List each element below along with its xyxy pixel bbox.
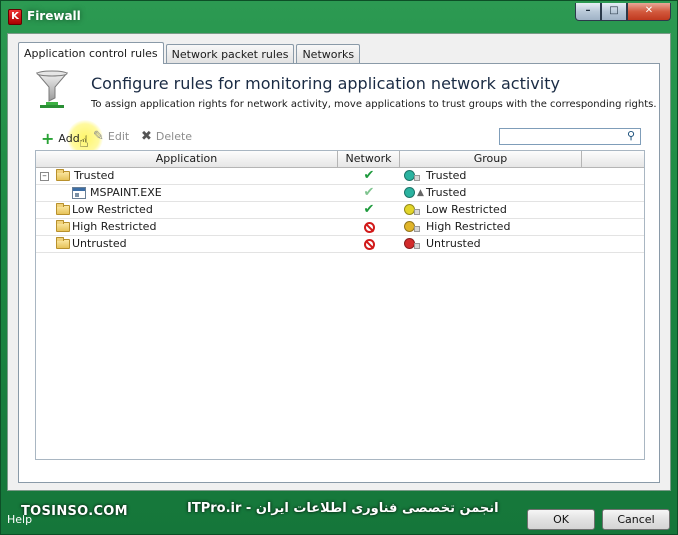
firewall-window: K Firewall – □ ✕ Application control rul… — [0, 0, 678, 535]
app-name: Untrusted — [72, 237, 127, 250]
edit-button[interactable]: ✎ Edit — [93, 129, 129, 144]
close-icon[interactable]: ✕ — [627, 3, 671, 21]
edit-button-label: Edit — [107, 130, 130, 143]
window-title: Firewall — [27, 9, 81, 23]
app-name: Trusted — [74, 169, 115, 182]
title-bar[interactable]: K Firewall – □ ✕ — [1, 1, 677, 33]
group-rules-icon — [414, 243, 420, 249]
caption-buttons: – □ ✕ — [575, 3, 671, 21]
group-name: High Restricted — [426, 220, 511, 233]
allow-check-icon: ✔ — [363, 168, 375, 183]
tab-application-control-rules[interactable]: Application control rules — [18, 42, 164, 64]
group-name: Untrusted — [426, 237, 481, 250]
table-row[interactable]: MSPAINT.EXE ✔ ▲ Trusted — [36, 185, 644, 202]
tab-strip: Application control rules Network packet… — [18, 42, 362, 64]
folder-icon — [56, 220, 70, 232]
table-row[interactable]: – Trusted ✔ Trusted — [36, 168, 644, 185]
cancel-button[interactable]: Cancel — [602, 509, 670, 530]
collapse-icon[interactable]: – — [40, 172, 49, 181]
delete-button-label: Delete — [155, 130, 193, 143]
block-icon — [338, 219, 400, 236]
delete-button[interactable]: ✖ Delete — [141, 129, 192, 144]
allow-check-icon: ✔ — [363, 202, 375, 217]
group-rules-icon — [414, 226, 420, 232]
dialog-footer: Help TOSINSO.COM ITPro.ir - انجمن تخصصی … — [1, 496, 677, 534]
app-name: High Restricted — [72, 220, 157, 233]
plus-icon: + — [41, 129, 55, 148]
page-title: Configure rules for monitoring applicati… — [91, 74, 560, 93]
ok-button[interactable]: OK — [527, 509, 595, 530]
table-header: Application Network Group — [36, 151, 644, 168]
group-name: Low Restricted — [426, 203, 507, 216]
group-rules-icon — [414, 175, 420, 181]
search-icon[interactable]: ⚲ — [627, 129, 642, 142]
panel-header: Configure rules for monitoring applicati… — [19, 64, 659, 122]
table-row[interactable]: Low Restricted ✔ Low Restricted — [36, 202, 644, 219]
tab-network-packet-rules[interactable]: Network packet rules — [165, 44, 295, 64]
group-status-icon — [404, 187, 415, 198]
folder-icon — [56, 203, 70, 215]
folder-icon — [56, 169, 70, 181]
hand-cursor-icon: ☝ — [79, 132, 89, 151]
rules-table: Application Network Group – Trusted ✔ Tr… — [35, 150, 645, 460]
delete-x-icon: ✖ — [141, 129, 152, 144]
column-header-network[interactable]: Network — [338, 151, 400, 168]
maximize-icon[interactable]: □ — [601, 3, 627, 21]
group-rules-icon — [414, 209, 420, 215]
rules-toolbar: + Add ☝ ✎ Edit ✖ Delete ⚲ — [35, 120, 645, 156]
column-header-extra[interactable] — [582, 151, 644, 168]
tab-networks[interactable]: Networks — [296, 44, 361, 64]
group-name: Trusted — [426, 169, 467, 182]
minimize-icon[interactable]: – — [575, 3, 601, 21]
person-icon: ▲ — [417, 188, 424, 198]
app-logo-icon: K — [8, 9, 22, 25]
watermark-right: ITPro.ir - انجمن تخصصی فناوری اطلاعات ای… — [187, 501, 499, 516]
tab-panel: Configure rules for monitoring applicati… — [18, 63, 660, 483]
column-header-group[interactable]: Group — [400, 151, 582, 168]
app-name: MSPAINT.EXE — [90, 186, 162, 199]
table-row[interactable]: Untrusted Untrusted — [36, 236, 644, 253]
folder-icon — [56, 237, 70, 249]
dialog-client-area: Application control rules Network packet… — [7, 33, 671, 491]
table-row[interactable]: High Restricted High Restricted — [36, 219, 644, 236]
watermark-left: TOSINSO.COM — [21, 504, 128, 519]
search-input[interactable] — [499, 128, 641, 145]
group-name: Trusted — [426, 186, 467, 199]
add-button[interactable]: + Add — [41, 129, 80, 148]
page-subtitle: To assign application rights for network… — [91, 99, 657, 110]
funnel-icon — [35, 70, 69, 108]
block-icon — [338, 236, 400, 253]
pencil-icon: ✎ — [93, 129, 104, 144]
add-button-label: Add — [58, 132, 80, 145]
allow-inherited-check-icon: ✔ — [363, 185, 375, 200]
column-header-application[interactable]: Application — [36, 151, 338, 168]
app-name: Low Restricted — [72, 203, 153, 216]
exe-icon — [72, 187, 86, 199]
